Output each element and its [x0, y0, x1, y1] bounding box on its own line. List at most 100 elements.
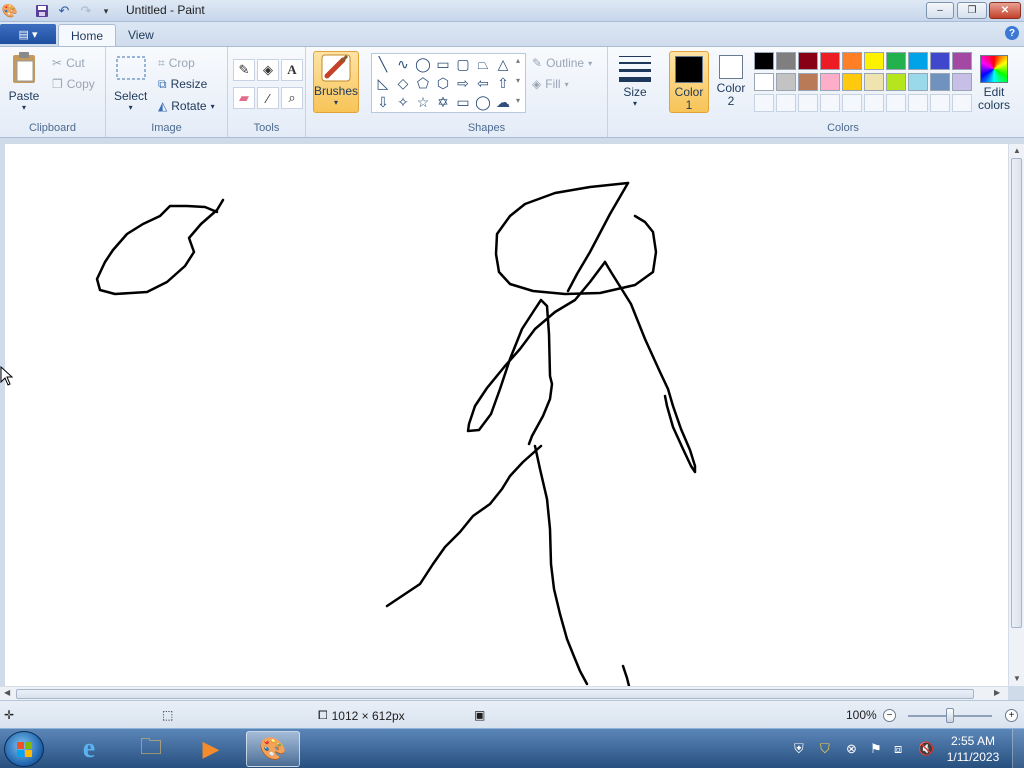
palette-custom-slot[interactable] [776, 94, 796, 112]
diamond-shape-icon[interactable]: ◇ [394, 74, 412, 92]
security-tray-icon[interactable]: ⛨ [794, 741, 804, 757]
rounded-rectangle-shape-icon[interactable]: ▢ [454, 55, 472, 73]
palette-custom-slot[interactable] [842, 94, 862, 112]
show-desktop-button[interactable] [1012, 729, 1024, 768]
scroll-left-arrow-icon[interactable]: ◀ [4, 688, 10, 697]
palette-custom-slot[interactable] [908, 94, 928, 112]
palette-color-swatch[interactable] [864, 73, 884, 91]
palette-color-swatch[interactable] [908, 73, 928, 91]
left-arrow-shape-icon[interactable]: ⇦ [474, 74, 492, 92]
rect-callout-shape-icon[interactable]: ▭ [454, 93, 472, 111]
undo-icon[interactable]: ↶ [56, 3, 72, 19]
shapes-scroll-down-icon[interactable]: ▾ [516, 76, 520, 85]
palette-color-swatch[interactable] [754, 73, 774, 91]
paint-taskbar-icon[interactable]: 🎨 [246, 731, 300, 767]
media-player-icon[interactable]: ▶ [184, 731, 238, 767]
zoom-slider-thumb[interactable] [946, 708, 954, 723]
tab-view[interactable]: View [116, 24, 166, 46]
palette-custom-slot[interactable] [952, 94, 972, 112]
magnifier-icon[interactable]: ⌕ [281, 87, 303, 109]
action-center-flag-icon[interactable]: ⚑ [870, 741, 882, 757]
palette-color-swatch[interactable] [798, 52, 818, 70]
right-arrow-shape-icon[interactable]: ⇨ [454, 74, 472, 92]
right-triangle-shape-icon[interactable]: ◺ [374, 74, 392, 92]
line-shape-icon[interactable]: ╲ [374, 55, 392, 73]
file-explorer-icon[interactable]: 🗀 [124, 731, 178, 767]
palette-custom-slot[interactable] [754, 94, 774, 112]
up-arrow-shape-icon[interactable]: ⇧ [494, 74, 512, 92]
system-clock[interactable]: 2:55 AM 1/11/2023 [940, 733, 1006, 765]
polygon-shape-icon[interactable]: ⏢ [474, 55, 492, 73]
edit-colors-button[interactable]: Edit colors [972, 51, 1016, 113]
zoom-out-button[interactable]: − [883, 709, 896, 722]
palette-color-swatch[interactable] [820, 73, 840, 91]
drawing-canvas[interactable] [5, 144, 1008, 686]
fill-bucket-icon[interactable]: ◈ [257, 59, 279, 81]
network-tray-icon[interactable]: ⊗ [846, 741, 857, 757]
scroll-down-arrow-icon[interactable]: ▼ [1013, 674, 1021, 683]
customize-toolbar-icon[interactable]: ▾ [98, 3, 114, 19]
size-button[interactable]: Size ▾ [618, 53, 652, 108]
triangle-shape-icon[interactable]: △ [494, 55, 512, 73]
close-button[interactable]: ✕ [989, 2, 1021, 19]
scroll-right-arrow-icon[interactable]: ▶ [994, 688, 1000, 697]
palette-color-swatch[interactable] [952, 73, 972, 91]
color-picker-icon[interactable]: ⁄ [257, 87, 279, 109]
down-arrow-shape-icon[interactable]: ⇩ [374, 93, 392, 111]
save-icon[interactable] [34, 3, 50, 19]
palette-color-swatch[interactable] [842, 52, 862, 70]
internet-explorer-icon[interactable]: e [62, 731, 116, 767]
palette-custom-slot[interactable] [886, 94, 906, 112]
volume-muted-icon[interactable]: 🔇 [918, 741, 934, 757]
scroll-up-arrow-icon[interactable]: ▲ [1013, 146, 1021, 155]
palette-color-swatch[interactable] [930, 73, 950, 91]
oval-callout-shape-icon[interactable]: ◯ [474, 93, 492, 111]
palette-color-swatch[interactable] [886, 52, 906, 70]
vertical-scroll-thumb[interactable] [1011, 158, 1022, 628]
redo-icon[interactable]: ↷ [78, 3, 94, 19]
palette-color-swatch[interactable] [798, 73, 818, 91]
paste-button[interactable]: Paste ▾ [8, 51, 40, 112]
paint-app-icon[interactable]: 🎨 [2, 3, 18, 19]
fill-button[interactable]: ◈ Fill ▾ [532, 74, 569, 94]
six-point-star-shape-icon[interactable]: ✡ [434, 93, 452, 111]
palette-custom-slot[interactable] [798, 94, 818, 112]
horizontal-scrollbar[interactable]: ◀ ▶ [0, 686, 1008, 700]
palette-color-swatch[interactable] [776, 52, 796, 70]
palette-color-swatch[interactable] [864, 52, 884, 70]
color1-button[interactable]: Color 1 [669, 51, 709, 113]
oval-shape-icon[interactable]: ◯ [414, 55, 432, 73]
paint-menu-button[interactable]: ▤ ▾ [0, 24, 56, 44]
palette-color-swatch[interactable] [930, 52, 950, 70]
palette-color-swatch[interactable] [820, 52, 840, 70]
rotate-button[interactable]: ◭ Rotate ▾ [158, 96, 215, 116]
palette-color-swatch[interactable] [776, 73, 796, 91]
display-tray-icon[interactable]: ⧈ [894, 741, 902, 757]
palette-custom-slot[interactable] [864, 94, 884, 112]
palette-custom-slot[interactable] [930, 94, 950, 112]
palette-color-swatch[interactable] [952, 52, 972, 70]
tab-home[interactable]: Home [58, 24, 117, 46]
text-tool-icon[interactable]: A [281, 59, 303, 81]
palette-color-swatch[interactable] [908, 52, 928, 70]
cloud-callout-shape-icon[interactable]: ☁ [494, 93, 512, 111]
zoom-in-button[interactable]: + [1005, 709, 1018, 722]
pentagon-shape-icon[interactable]: ⬠ [414, 74, 432, 92]
help-icon[interactable]: ? [1005, 26, 1019, 40]
minimize-button[interactable]: – [926, 2, 954, 19]
horizontal-scroll-thumb[interactable] [16, 689, 974, 699]
brushes-button[interactable]: Brushes ▾ [313, 51, 359, 113]
select-button[interactable]: Select ▾ [114, 51, 147, 112]
hexagon-shape-icon[interactable]: ⬡ [434, 74, 452, 92]
color2-button[interactable]: Color 2 [711, 51, 751, 113]
maximize-button[interactable]: ❐ [957, 2, 987, 19]
eraser-icon[interactable]: ▰ [233, 87, 255, 109]
four-point-star-shape-icon[interactable]: ✧ [394, 93, 412, 111]
rectangle-shape-icon[interactable]: ▭ [434, 55, 452, 73]
shapes-more-icon[interactable]: ▾ [516, 96, 520, 105]
cut-button[interactable]: ✂ Cut [52, 53, 85, 73]
palette-color-swatch[interactable] [842, 73, 862, 91]
palette-color-swatch[interactable] [886, 73, 906, 91]
palette-custom-slot[interactable] [820, 94, 840, 112]
outline-button[interactable]: ✎ Outline ▾ [532, 53, 592, 73]
